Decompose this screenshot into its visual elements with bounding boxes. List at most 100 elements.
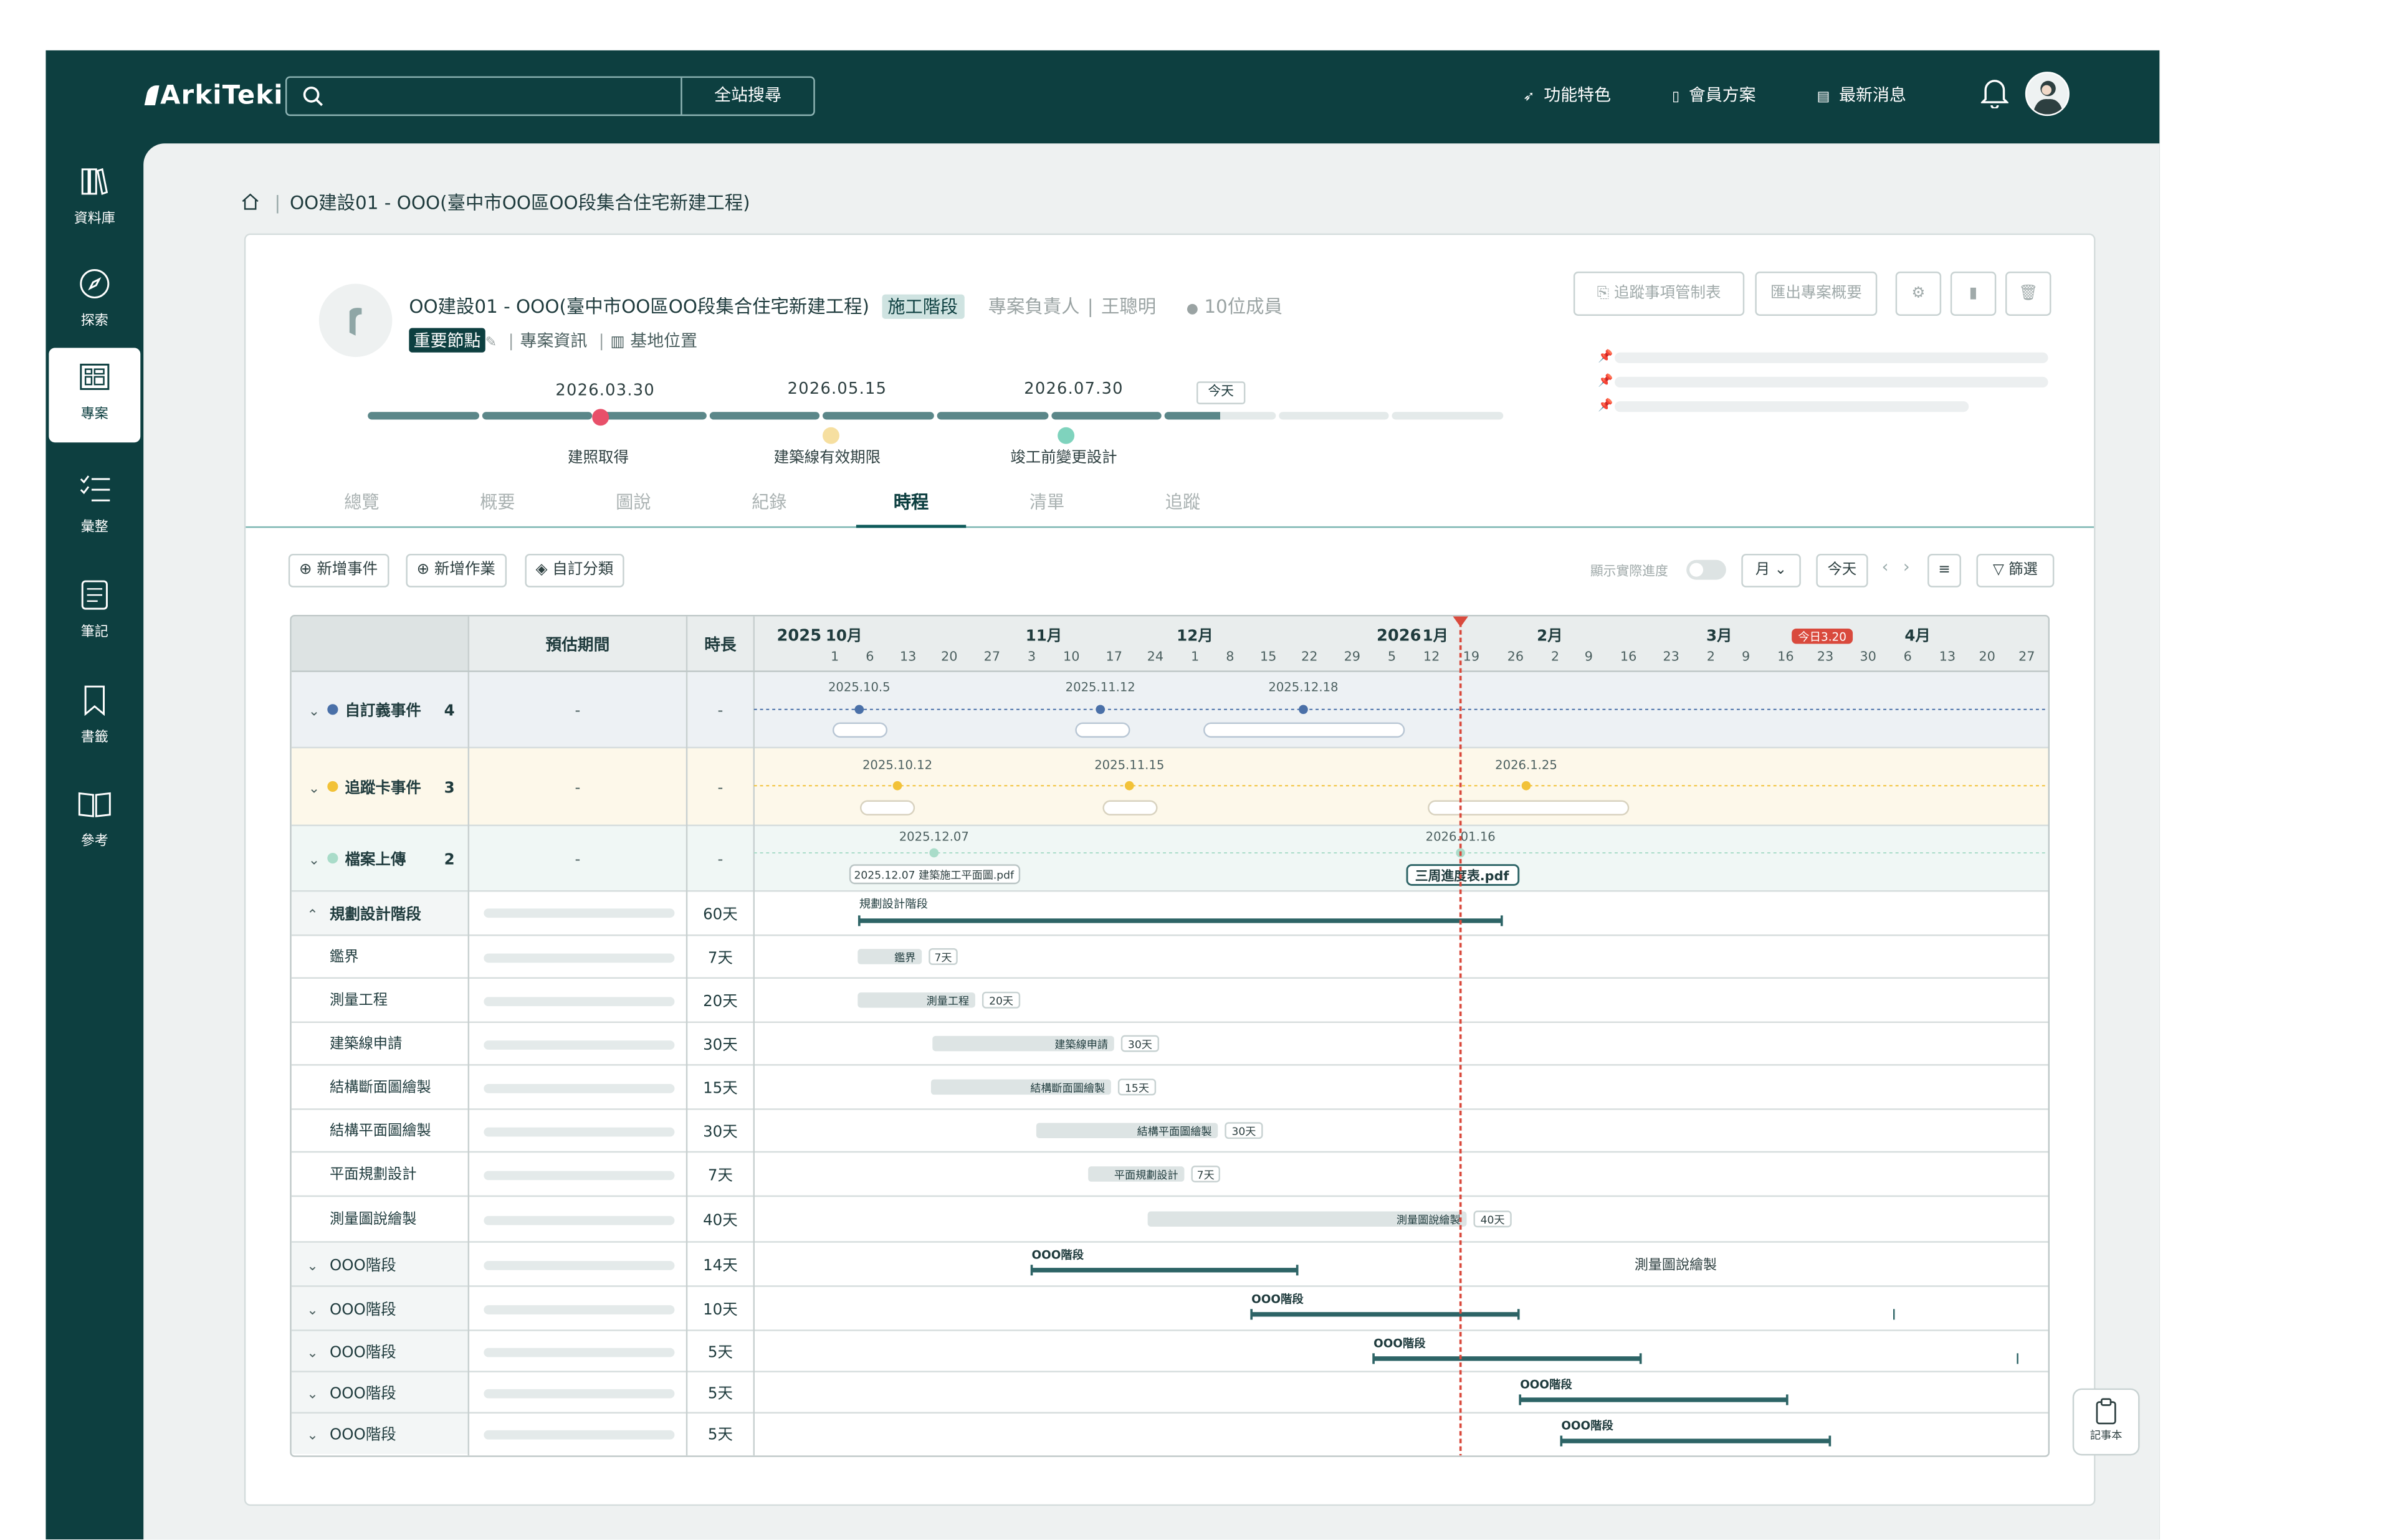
add-task-button[interactable]: ⊕ 新增作業 — [406, 553, 506, 587]
collapse-button[interactable]: ≡ — [1927, 553, 1961, 587]
sidebar-item-summary[interactable]: 彙整 — [49, 461, 140, 553]
event-category-name: 自訂義事件 — [345, 701, 421, 720]
event-category-name: 檔案上傳 — [345, 850, 406, 868]
event-count: 2 — [444, 850, 455, 868]
event-marker — [1124, 781, 1134, 791]
stage-bar-label: OOO階段 — [1251, 1292, 1304, 1306]
link-site-location[interactable]: 基地位置 — [630, 331, 697, 351]
delete-button[interactable]: 🗑 — [2005, 271, 2051, 316]
milestone-dot[interactable] — [1058, 427, 1075, 444]
expand-chevron-icon[interactable]: ⌄ — [308, 781, 320, 796]
stats-button[interactable]: ▮ — [1950, 271, 1997, 316]
milestone-dot[interactable] — [823, 427, 839, 444]
expand-chevron-icon[interactable]: ⌄ — [307, 1387, 318, 1402]
sidebar-item-library[interactable]: 資料庫 — [49, 153, 140, 244]
show-progress-toggle[interactable] — [1686, 559, 1726, 580]
milestone-dot[interactable] — [592, 409, 609, 426]
edit-icon[interactable]: ✎ — [485, 336, 497, 351]
event-card-placeholder — [1075, 722, 1130, 738]
nav-plans[interactable]: ▯ 會員方案 — [1672, 82, 1756, 107]
chevron-left-icon[interactable]: ‹ — [1882, 557, 1889, 577]
category-dot — [327, 781, 338, 792]
search-button[interactable]: 全站搜尋 — [681, 77, 813, 115]
clipboard-icon: ▯ — [1671, 90, 1680, 105]
day-tick-label: 13 — [900, 649, 916, 663]
stage-name: OOO階段 — [330, 1343, 396, 1361]
custom-category-button[interactable]: ◈ 自訂分類 — [525, 553, 624, 587]
timeline-segment — [481, 412, 593, 420]
home-icon[interactable] — [241, 192, 259, 211]
event-card-placeholder — [860, 800, 915, 815]
breadcrumb-project[interactable]: OO建設01 - OOO(臺中市OO區OO段集合住宅新建工程) — [290, 192, 750, 214]
estimated-value: - — [575, 850, 581, 868]
search-box[interactable]: 全站搜尋 — [285, 76, 815, 116]
tab-overview[interactable]: 總覽 — [307, 490, 416, 514]
day-tick-label: 24 — [1147, 649, 1163, 663]
sidebar-item-projects[interactable]: 專案 — [49, 348, 141, 443]
collapse-chevron-icon[interactable]: ⌃ — [307, 908, 318, 923]
day-tick-label: 1 — [1191, 649, 1199, 663]
nav-news[interactable]: ▤ 最新消息 — [1817, 82, 1906, 107]
task-name: 結構平面圖繪製 — [330, 1122, 431, 1139]
tracking-table-button[interactable]: ⎘ 追蹤事項管制表 — [1573, 271, 1745, 316]
today-button[interactable]: 今天 — [1816, 553, 1868, 587]
duration-value: 60天 — [703, 905, 738, 923]
file-chip-label[interactable]: 2025.12.07 建築施工平面圖.pdf — [854, 870, 1015, 882]
estimated-period-placeholder — [484, 1430, 675, 1440]
avatar[interactable] — [2025, 72, 2070, 116]
expand-chevron-icon[interactable]: ⌄ — [307, 1345, 318, 1361]
add-event-button[interactable]: ⊕ 新增事件 — [288, 553, 389, 587]
members-count[interactable]: 10位成員 — [1204, 296, 1282, 317]
event-date-label: 2025.12.07 — [899, 829, 969, 844]
stage-bar-label: OOO階段 — [1032, 1248, 1084, 1262]
notebook-button[interactable]: 記事本 — [2072, 1388, 2140, 1456]
tab-drawings[interactable]: 圖說 — [578, 490, 688, 514]
tab-list[interactable]: 清單 — [992, 490, 1102, 514]
day-tick-label: 3 — [1028, 649, 1036, 663]
phase-bar-label: 規劃設計階段 — [859, 898, 928, 911]
file-chip-label[interactable]: 三周進度表.pdf — [1415, 868, 1510, 883]
day-tick-label: 16 — [1777, 649, 1794, 663]
chevron-right-icon[interactable]: › — [1903, 557, 1910, 577]
tab-records[interactable]: 紀錄 — [714, 490, 824, 514]
duration-value: 7天 — [708, 1166, 733, 1184]
stage-name: OOO階段 — [330, 1425, 396, 1443]
expand-chevron-icon[interactable]: ⌄ — [307, 1303, 318, 1318]
gantt-svg: 預估期間 時長 2025 202610月 11月 12月 1月 2月 3月 4月1 6 13 20 27 3… — [291, 616, 2048, 1456]
settings-button[interactable]: ⚙ — [1895, 271, 1942, 316]
sidebar-item-bookmarks[interactable]: 書籤 — [49, 672, 140, 763]
project-icon — [80, 363, 110, 390]
logo[interactable]: ArkiTeki — [144, 81, 284, 112]
task-name: 鑑界 — [330, 948, 359, 965]
view-mode-select[interactable]: 月 ⌄ — [1741, 553, 1801, 587]
expand-chevron-icon[interactable]: ⌄ — [307, 1428, 318, 1443]
export-summary-button[interactable]: 匯出專案概要 — [1755, 271, 1878, 316]
estimated-value: - — [575, 701, 581, 720]
sidebar-item-reference[interactable]: 參考 — [49, 775, 140, 867]
link-project-info[interactable]: 專案資訊 — [520, 331, 588, 351]
expand-chevron-icon[interactable]: ⌄ — [308, 704, 320, 720]
timeline-segment — [595, 412, 707, 420]
tab-tracking[interactable]: 追蹤 — [1128, 490, 1238, 514]
pin-icon: 📌 — [1598, 398, 1613, 412]
duration-chip-label: 15天 — [1125, 1082, 1149, 1095]
phase-name: 規劃設計階段 — [330, 905, 421, 923]
day-tick-label: 19 — [1463, 649, 1479, 663]
active-tab-underline — [856, 525, 967, 528]
tab-summary[interactable]: 概要 — [442, 490, 552, 514]
tab-schedule[interactable]: 時程 — [856, 490, 966, 514]
nav-features[interactable]: ➶ 功能特色 — [1523, 82, 1611, 107]
bell-icon[interactable] — [1980, 78, 2008, 108]
milestone-label: 建築線有效期限 — [773, 450, 881, 467]
important-tag[interactable]: 重要節點 — [409, 328, 485, 353]
filter-button[interactable]: ▽ 篩選 — [1976, 553, 2055, 587]
sidebar-item-notes[interactable]: 筆記 — [49, 566, 140, 658]
expand-chevron-icon[interactable]: ⌄ — [308, 852, 320, 868]
expand-chevron-icon[interactable]: ⌄ — [307, 1258, 318, 1274]
month-label: 4月 — [1904, 627, 1931, 645]
day-tick-label: 27 — [2018, 649, 2035, 663]
duration-value: 7天 — [708, 948, 733, 966]
book-open-icon — [78, 792, 111, 817]
estimated-period-placeholder — [484, 1389, 675, 1399]
sidebar-item-explore[interactable]: 探索 — [49, 255, 140, 346]
